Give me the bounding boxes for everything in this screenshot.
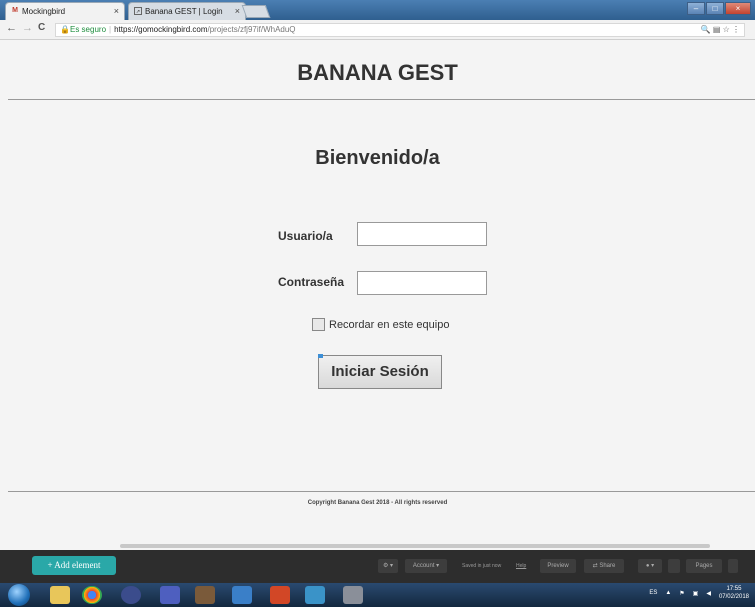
login-button[interactable]: Iniciar Sesión [318, 355, 442, 389]
remember-label: Recordar en este equipo [329, 318, 450, 331]
saved-status: Saved in just now [462, 563, 502, 569]
window-controls: – □ × [687, 2, 751, 15]
account-menu-button[interactable]: Account ▾ [405, 559, 447, 573]
tool-icon[interactable] [343, 586, 363, 604]
pages-stepper[interactable] [728, 559, 738, 573]
secure-label: Es seguro [70, 25, 107, 34]
back-icon[interactable]: ← [6, 22, 17, 34]
url-input[interactable]: 🔒 Es seguro | https://gomockingbird.com/pr… [55, 23, 745, 37]
url-host: https://gomockingbird.com [114, 25, 208, 34]
close-window-button[interactable]: × [725, 2, 751, 15]
password-label: Contraseña [278, 275, 345, 289]
remember-device-row: Recordar en este equipo [312, 318, 449, 331]
welcome-heading: Bienvenido/a [315, 147, 440, 169]
add-element-button[interactable]: + Add element [32, 556, 116, 575]
system-tray: ES ▲ ⚑ ▣ ◀ 17:55 07/02/2018 [649, 585, 749, 601]
selection-handle[interactable] [318, 354, 323, 358]
username-input[interactable] [357, 222, 487, 246]
language-indicator[interactable]: ES [649, 590, 657, 596]
remember-checkbox[interactable] [312, 318, 325, 331]
tab-label: Mockingbird [22, 7, 66, 16]
close-icon[interactable]: × [114, 6, 119, 16]
page-nav-button[interactable] [668, 559, 680, 573]
volume-icon[interactable]: ◀ [706, 590, 711, 597]
pages-button[interactable]: Pages [686, 559, 722, 573]
browser-tab-strip: M Mockingbird × ↗ Banana GEST | Login × … [0, 0, 755, 20]
preview-button[interactable]: Preview [540, 559, 576, 573]
address-bar-row: ← → C 🔒 Es seguro | https://gomockingbird.… [0, 20, 755, 40]
tray-arrow-icon[interactable]: ▲ [665, 590, 671, 596]
copyright-text: Copyright Banana Gest 2018 - All rights … [307, 500, 448, 506]
flag-icon[interactable]: ⚑ [679, 590, 684, 597]
chrome-icon[interactable] [82, 586, 102, 604]
settings-menu-button[interactable]: ⚙ ▾ [378, 559, 398, 573]
username-label: Usuario/a [278, 229, 333, 243]
close-icon[interactable]: × [235, 6, 240, 16]
clock-time: 17:55 [726, 586, 742, 592]
powerpoint-icon[interactable] [270, 586, 290, 604]
teams-icon[interactable] [160, 586, 180, 604]
eclipse-icon[interactable] [121, 586, 141, 604]
new-tab-button[interactable] [241, 5, 271, 18]
maximize-button[interactable]: □ [706, 2, 724, 15]
help-link[interactable]: Help [516, 563, 526, 569]
page-icon: ↗ [134, 7, 142, 15]
app-title: BANANA GEST [297, 60, 458, 85]
mockingbird-toolbar: + Add element ⚙ ▾ Account ▾ Saved in jus… [0, 550, 755, 583]
windows-taskbar: ES ▲ ⚑ ▣ ◀ 17:55 07/02/2018 [0, 583, 755, 607]
reload-icon[interactable]: C [38, 22, 45, 33]
media-icon[interactable] [232, 586, 252, 604]
header-divider [8, 99, 755, 100]
comments-button[interactable]: ● ▾ [638, 559, 662, 573]
tab-label: Banana GEST | Login [145, 7, 223, 16]
forward-icon[interactable]: → [22, 22, 33, 34]
footer-divider [8, 491, 755, 492]
horizontal-scrollbar[interactable] [120, 544, 710, 548]
url-path: /projects/zfj97if/WhAduQ [207, 25, 296, 34]
tab-banana-gest-login[interactable]: ↗ Banana GEST | Login × [128, 2, 246, 20]
app-icon[interactable] [195, 586, 215, 604]
minimize-button[interactable]: – [687, 2, 705, 15]
lock-icon: 🔒 [60, 25, 70, 34]
start-button[interactable] [8, 584, 30, 606]
share-button[interactable]: ⇄ Share [584, 559, 624, 573]
clock[interactable]: 17:55 07/02/2018 [719, 585, 749, 601]
notes-icon[interactable] [305, 586, 325, 604]
network-icon[interactable]: ▣ [693, 590, 699, 597]
file-explorer-icon[interactable] [50, 586, 70, 604]
address-bar-icons[interactable]: 🔍 ▤ ☆ ⋮ [701, 24, 740, 36]
mockingbird-m-icon: M [12, 7, 18, 14]
password-input[interactable] [357, 271, 487, 295]
tab-mockingbird[interactable]: M Mockingbird × [5, 2, 125, 20]
clock-date: 07/02/2018 [718, 594, 749, 600]
